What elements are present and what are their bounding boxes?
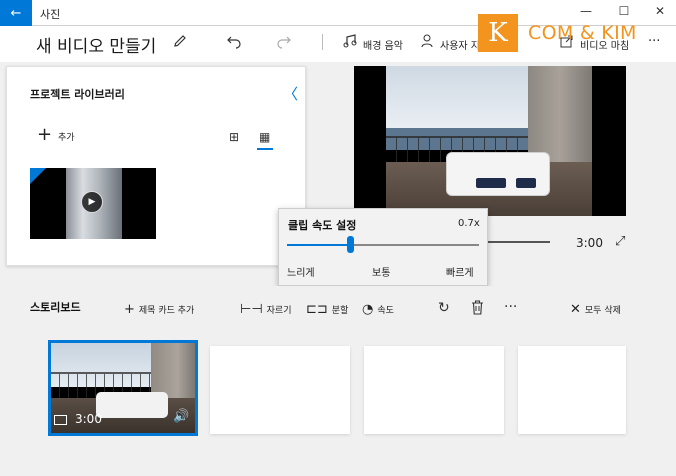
preview-pillow	[476, 178, 506, 188]
grid-large-view-icon[interactable]: ▦	[259, 130, 270, 144]
grid-small-view-icon[interactable]: ⊞	[229, 130, 239, 144]
music-note-icon[interactable]	[343, 34, 357, 52]
rotate-icon[interactable]: ↻	[438, 300, 450, 316]
speed-fast-label: 빠르게	[446, 268, 474, 279]
add-title-card-label: 제목 카드 추가	[138, 306, 195, 316]
seek-bar[interactable]	[480, 241, 550, 243]
custom-audio-icon[interactable]	[421, 34, 435, 52]
speed-normal-label: 보통	[372, 268, 391, 279]
speed-popup-title: 클립 속도 설정	[288, 219, 357, 232]
trim-icon: ⊢⊣	[240, 302, 263, 317]
clip-duration: 3:00	[75, 412, 102, 426]
preview-bathtub	[446, 152, 550, 196]
split-button[interactable]: ⊏⊐ 분할	[306, 302, 348, 317]
selected-corner-badge	[30, 168, 46, 184]
back-button[interactable]: ←	[0, 0, 32, 26]
speed-value: 0.7x	[458, 218, 480, 229]
app-name: 사진	[40, 8, 61, 21]
redo-icon[interactable]	[276, 33, 292, 53]
remove-all-label: 모두 삭제	[584, 306, 621, 316]
undo-icon[interactable]	[226, 33, 242, 53]
speed-label: 속도	[377, 306, 394, 316]
clip-bathtub	[96, 392, 168, 418]
storyboard-title: 스토리보드	[30, 301, 81, 314]
split-icon: ⊏⊐	[306, 302, 328, 317]
storyboard-empty-slot[interactable]	[210, 346, 350, 434]
plus-icon: +	[124, 302, 135, 317]
watermark-text: COM & KIM	[528, 22, 637, 44]
storyboard-empty-slot[interactable]	[364, 346, 504, 434]
volume-icon[interactable]: 🔊	[173, 409, 189, 424]
preview-sky	[386, 66, 528, 128]
minimize-button[interactable]: —	[574, 4, 598, 18]
back-arrow-icon: ←	[10, 5, 22, 21]
split-label: 분할	[331, 306, 349, 316]
trash-icon[interactable]	[471, 300, 484, 319]
watermark-logo: K	[478, 14, 518, 52]
storyboard-empty-slot[interactable]	[518, 346, 626, 434]
background-music-button[interactable]: 배경 음악	[363, 37, 403, 52]
video-duration: 3:00	[576, 236, 603, 250]
close-icon: ✕	[570, 302, 581, 317]
remove-all-button[interactable]: ✕ 모두 삭제	[570, 302, 621, 317]
play-icon[interactable]: ▶	[81, 191, 103, 213]
trim-button[interactable]: ⊢⊣ 자르기	[240, 302, 292, 317]
toolbar-divider	[322, 34, 323, 50]
speed-button[interactable]: ◔ 속도	[362, 302, 394, 317]
film-icon	[54, 415, 67, 425]
active-view-indicator	[257, 148, 273, 150]
trim-label: 자르기	[266, 306, 292, 316]
custom-audio-button[interactable]: 사용자 지	[440, 37, 480, 52]
fullscreen-icon[interactable]: ⤢	[615, 234, 625, 249]
close-button[interactable]: ✕	[648, 4, 672, 18]
add-media-button[interactable]: 추가	[58, 130, 75, 143]
add-title-card-button[interactable]: + 제목 카드 추가	[124, 302, 194, 317]
preview-pillow	[516, 178, 536, 188]
maximize-button[interactable]: ☐	[612, 4, 636, 18]
storyboard-more-button[interactable]: ···	[504, 299, 517, 315]
speed-slider-thumb[interactable]	[347, 236, 354, 253]
project-title[interactable]: 새 비디오 만들기	[36, 32, 156, 57]
collapse-library-button[interactable]: 〈	[283, 83, 298, 104]
library-title: 프로젝트 라이브러리	[30, 88, 125, 101]
more-options-button[interactable]: ···	[648, 34, 660, 49]
speed-slow-label: 느리게	[287, 268, 315, 279]
speed-slider-fill	[287, 244, 350, 246]
plus-icon[interactable]: +	[37, 126, 52, 144]
speedometer-icon: ◔	[362, 302, 374, 317]
pencil-icon[interactable]	[172, 33, 188, 53]
